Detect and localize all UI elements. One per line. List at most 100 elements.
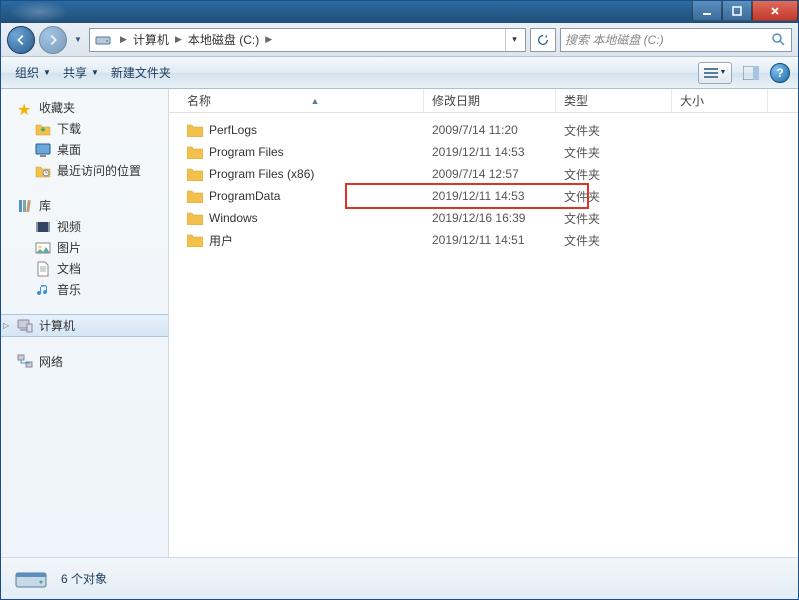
desktop-icon bbox=[35, 142, 51, 158]
view-details-icon bbox=[704, 67, 718, 79]
search-input[interactable]: 搜索 本地磁盘 (C:) bbox=[560, 28, 792, 52]
window-controls bbox=[692, 1, 798, 23]
chevron-down-icon: ▼ bbox=[91, 68, 99, 77]
sidebar-desktop[interactable]: 桌面 bbox=[1, 139, 168, 160]
file-name: 用户 bbox=[209, 232, 233, 249]
column-headers: 名称 ▲ 修改日期 类型 大小 bbox=[169, 89, 798, 113]
body: ★ 收藏夹 下载 桌面 最近访问的位置 bbox=[1, 89, 798, 557]
sidebar-pictures[interactable]: 图片 bbox=[1, 237, 168, 258]
new-folder-button[interactable]: 新建文件夹 bbox=[105, 60, 177, 85]
share-button[interactable]: 共享▼ bbox=[57, 60, 105, 85]
sidebar-network-group: 网络 bbox=[1, 351, 168, 372]
file-date: 2009/7/14 11:20 bbox=[424, 123, 556, 137]
chevron-down-icon: ▼ bbox=[720, 69, 727, 76]
computer-icon bbox=[17, 318, 33, 334]
file-type: 文件夹 bbox=[556, 122, 672, 139]
search-placeholder: 搜索 本地磁盘 (C:) bbox=[565, 31, 664, 48]
file-row[interactable]: Program Files2019/12/11 14:53文件夹 bbox=[169, 141, 798, 163]
chevron-down-icon: ▼ bbox=[43, 68, 51, 77]
navbar: ▼ ▶ 计算机 ▶ 本地磁盘 (C:) ▶ ▾ 搜索 本地磁盘 (C:) bbox=[1, 23, 798, 57]
column-type[interactable]: 类型 bbox=[556, 89, 672, 112]
file-date: 2019/12/11 14:53 bbox=[424, 145, 556, 159]
file-type: 文件夹 bbox=[556, 210, 672, 227]
file-row[interactable]: 用户 2019/12/11 14:51文件夹 bbox=[169, 229, 798, 251]
file-name: Program Files (x86) bbox=[209, 167, 314, 181]
title-glow bbox=[9, 1, 69, 23]
sidebar-documents[interactable]: 文档 bbox=[1, 258, 168, 279]
file-name: Windows bbox=[209, 211, 258, 225]
breadcrumb-drive[interactable]: 本地磁盘 (C:) bbox=[186, 31, 261, 48]
sidebar-music[interactable]: 音乐 bbox=[1, 279, 168, 300]
file-row[interactable]: PerfLogs 2009/7/14 11:20文件夹 bbox=[169, 119, 798, 141]
main-panel: 名称 ▲ 修改日期 类型 大小 PerfLogs2009/7/14 11:20文… bbox=[169, 89, 798, 557]
drive-icon bbox=[94, 31, 112, 49]
folder-icon bbox=[187, 233, 203, 247]
video-icon bbox=[35, 219, 51, 235]
file-list: PerfLogs2009/7/14 11:20文件夹Program Files2… bbox=[169, 113, 798, 557]
titlebar[interactable] bbox=[1, 1, 798, 23]
close-button[interactable] bbox=[752, 1, 798, 21]
status-bar: 6 个对象 bbox=[1, 557, 798, 599]
file-type: 文件夹 bbox=[556, 144, 672, 161]
folder-icon bbox=[187, 167, 203, 181]
file-name: ProgramData bbox=[209, 189, 280, 203]
documents-icon bbox=[35, 261, 51, 277]
expand-icon[interactable]: ▷ bbox=[3, 321, 9, 330]
organize-button[interactable]: 组织▼ bbox=[9, 60, 57, 85]
pictures-icon bbox=[35, 240, 51, 256]
minimize-button[interactable] bbox=[692, 1, 722, 21]
sidebar-libraries-group: 库 视频 图片 文档 音乐 bbox=[1, 195, 168, 300]
file-row[interactable]: Windows 2019/12/16 16:39文件夹 bbox=[169, 207, 798, 229]
music-icon bbox=[35, 282, 51, 298]
breadcrumb-sep-icon: ▶ bbox=[175, 34, 182, 45]
sidebar-videos[interactable]: 视频 bbox=[1, 216, 168, 237]
folder-icon bbox=[187, 211, 203, 225]
sidebar-favorites-group: ★ 收藏夹 下载 桌面 最近访问的位置 bbox=[1, 97, 168, 181]
sidebar-favorites[interactable]: ★ 收藏夹 bbox=[1, 97, 168, 118]
help-button[interactable]: ? bbox=[770, 63, 790, 83]
recent-icon bbox=[35, 163, 51, 179]
forward-button[interactable] bbox=[39, 26, 67, 54]
address-bar[interactable]: ▶ 计算机 ▶ 本地磁盘 (C:) ▶ ▾ bbox=[89, 28, 526, 52]
file-type: 文件夹 bbox=[556, 166, 672, 183]
folder-icon bbox=[187, 189, 203, 203]
file-date: 2019/12/11 14:51 bbox=[424, 233, 556, 247]
download-icon bbox=[35, 121, 51, 137]
file-name: PerfLogs bbox=[209, 123, 257, 137]
file-date: 2019/12/16 16:39 bbox=[424, 211, 556, 225]
sidebar-downloads[interactable]: 下载 bbox=[1, 118, 168, 139]
explorer-window: ▼ ▶ 计算机 ▶ 本地磁盘 (C:) ▶ ▾ 搜索 本地磁盘 (C:) 组织▼… bbox=[0, 0, 799, 600]
sidebar-network[interactable]: 网络 bbox=[1, 351, 168, 372]
column-date[interactable]: 修改日期 bbox=[424, 89, 556, 112]
back-button[interactable] bbox=[7, 26, 35, 54]
breadcrumb-sep-icon: ▶ bbox=[265, 34, 272, 45]
sidebar: ★ 收藏夹 下载 桌面 最近访问的位置 bbox=[1, 89, 169, 557]
toolbar: 组织▼ 共享▼ 新建文件夹 ▼ ? bbox=[1, 57, 798, 89]
sidebar-computer[interactable]: ▷ 计算机 bbox=[1, 314, 168, 337]
preview-pane-icon bbox=[743, 66, 759, 80]
file-type: 文件夹 bbox=[556, 188, 672, 205]
sort-asc-icon: ▲ bbox=[311, 96, 320, 106]
preview-pane-button[interactable] bbox=[734, 62, 768, 84]
drive-icon bbox=[13, 561, 49, 597]
status-text: 6 个对象 bbox=[61, 570, 107, 587]
file-row[interactable]: Program Files (x86) 2009/7/14 12:57文件夹 bbox=[169, 163, 798, 185]
refresh-button[interactable] bbox=[530, 28, 556, 52]
file-date: 2009/7/14 12:57 bbox=[424, 167, 556, 181]
file-type: 文件夹 bbox=[556, 232, 672, 249]
view-mode-button[interactable]: ▼ bbox=[698, 62, 732, 84]
file-row[interactable]: ProgramData2019/12/11 14:53文件夹 bbox=[169, 185, 798, 207]
network-icon bbox=[17, 354, 33, 370]
maximize-button[interactable] bbox=[722, 1, 752, 21]
folder-icon bbox=[187, 145, 203, 159]
column-size[interactable]: 大小 bbox=[672, 89, 768, 112]
column-name[interactable]: 名称 ▲ bbox=[169, 89, 424, 112]
folder-icon bbox=[187, 123, 203, 137]
breadcrumb-sep-icon: ▶ bbox=[120, 34, 127, 45]
sidebar-libraries[interactable]: 库 bbox=[1, 195, 168, 216]
breadcrumb-computer[interactable]: 计算机 bbox=[131, 31, 171, 48]
nav-history-dropdown[interactable]: ▼ bbox=[71, 30, 85, 50]
sidebar-computer-group: ▷ 计算机 bbox=[1, 314, 168, 337]
sidebar-recent[interactable]: 最近访问的位置 bbox=[1, 160, 168, 181]
address-dropdown[interactable]: ▾ bbox=[505, 29, 523, 51]
